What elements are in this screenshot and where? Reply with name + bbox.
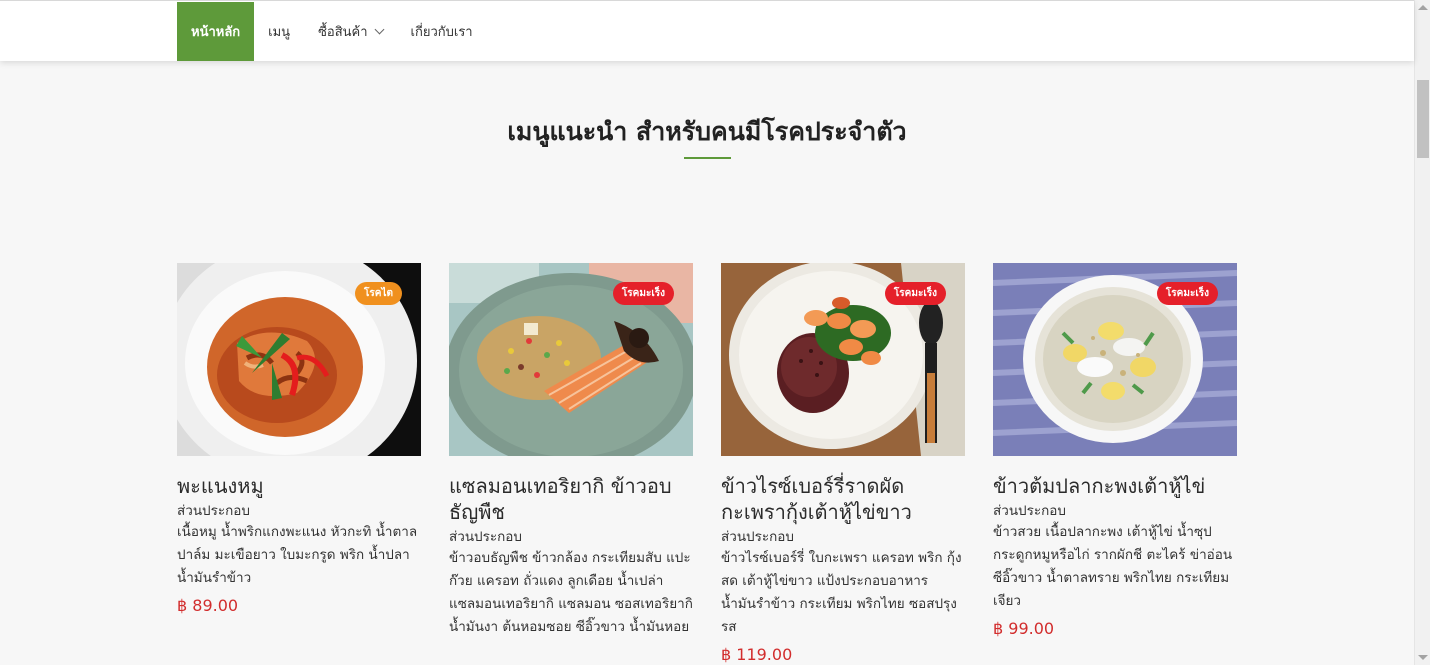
ingredients-text: ข้าวอบธัญพืช ข้าวกล้อง กระเทียมสับ แปะก๊…: [449, 550, 693, 635]
menu-card[interactable]: โรคมะเร็ง ข้าวต้มปลากะพงเต้าหู้ไข่ ส่วนป…: [993, 263, 1237, 664]
nav-item-home[interactable]: หน้าหลัก: [177, 2, 255, 61]
menu-card[interactable]: โรคไต พะแนงหมู ส่วนประกอบ เนื้อหมู น้ำพร…: [177, 263, 421, 664]
nav-item-shop[interactable]: ซื้อสินค้า: [304, 2, 396, 61]
nav-item-about[interactable]: เกี่ยวกับเรา: [397, 2, 487, 61]
disease-badge: โรคมะเร็ง: [1156, 282, 1218, 305]
disease-badge: โรคไต: [355, 282, 402, 305]
section-title: เมนูแนะนำ สำหรับคนมีโรคประจำตัว: [507, 117, 907, 146]
top-navbar: หน้าหลัก เมนู ซื้อสินค้า เกี่ยวกับเรา: [0, 0, 1414, 61]
ingredients-label: ส่วนประกอบ: [721, 529, 794, 545]
nav-item-label: เกี่ยวกับเรา: [410, 25, 473, 40]
nav-item-menu[interactable]: เมนู: [254, 2, 304, 61]
price: ฿ 99.00: [993, 619, 1055, 638]
disease-badge: โรคมะเร็ง: [612, 282, 674, 305]
scroll-up-icon[interactable]: [1418, 5, 1428, 10]
nav-item-label: ซื้อสินค้า: [318, 25, 368, 40]
card-title[interactable]: พะแนงหมู: [177, 473, 421, 499]
price: ฿ 119.00: [721, 645, 793, 664]
scrollbar-thumb[interactable]: [1417, 80, 1429, 158]
nav-item-label: หน้าหลัก: [191, 25, 241, 40]
ingredients-label: ส่วนประกอบ: [993, 503, 1066, 519]
ingredients-label: ส่วนประกอบ: [449, 529, 522, 545]
page-scrollbar[interactable]: [1414, 0, 1430, 665]
ingredients-label: ส่วนประกอบ: [177, 503, 250, 519]
food-image[interactable]: โรคมะเร็ง: [449, 263, 693, 456]
menu-cards: โรคไต พะแนงหมู ส่วนประกอบ เนื้อหมู น้ำพร…: [177, 263, 1237, 664]
menu-card[interactable]: โรคมะเร็ง ข้าวไรซ์เบอร์รี่ราดผัดกะเพรากุ…: [721, 263, 965, 664]
nav-menu: หน้าหลัก เมนู ซื้อสินค้า เกี่ยวกับเรา: [177, 2, 487, 61]
food-image[interactable]: โรคมะเร็ง: [993, 263, 1237, 456]
ingredients-text: ข้าวสวย เนื้อปลากะพง เต้าหู้ไข่ น้ำซุปกร…: [993, 524, 1233, 609]
food-image[interactable]: โรคมะเร็ง: [721, 263, 965, 456]
scroll-down-icon[interactable]: [1418, 655, 1428, 660]
disease-badge: โรคมะเร็ง: [884, 282, 946, 305]
ingredients-text: ข้าวไรซ์เบอร์รี่ ใบกะเพรา แครอท พริก กุ้…: [721, 550, 962, 635]
price: ฿ 89.00: [177, 596, 239, 615]
card-title[interactable]: แซลมอนเทอริยากิ ข้าวอบธัญพืช: [449, 473, 693, 525]
title-underline: [684, 157, 731, 159]
nav-item-label: เมนู: [268, 25, 291, 40]
chevron-down-icon: [374, 24, 384, 35]
ingredients-text: เนื้อหมู น้ำพริกแกงพะแนง หัวกะทิ น้ำตาลป…: [177, 524, 418, 586]
menu-card[interactable]: โรคมะเร็ง แซลมอนเทอริยากิ ข้าวอบธัญพืช ส…: [449, 263, 693, 664]
card-title[interactable]: ข้าวต้มปลากะพงเต้าหู้ไข่: [993, 473, 1237, 499]
card-title[interactable]: ข้าวไรซ์เบอร์รี่ราดผัดกะเพรากุ้งเต้าหู้ไ…: [721, 473, 965, 525]
food-image[interactable]: โรคไต: [177, 263, 421, 456]
